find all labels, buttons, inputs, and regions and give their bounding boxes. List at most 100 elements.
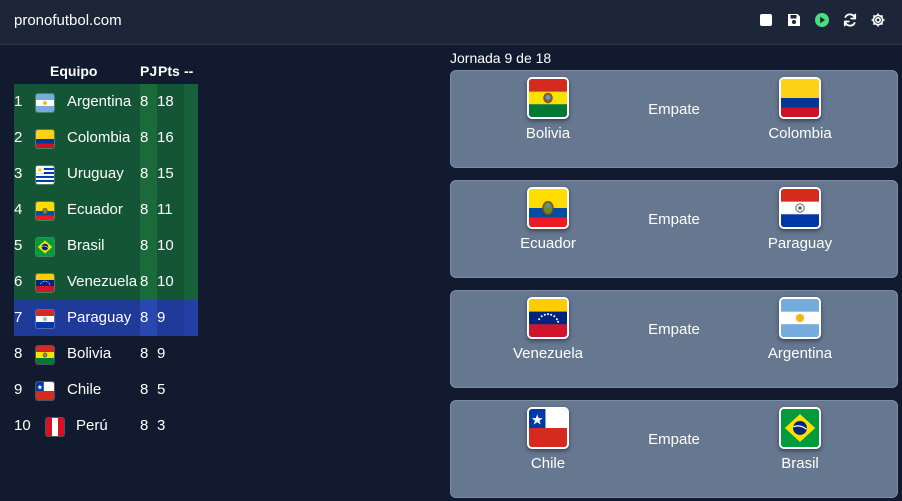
away-team[interactable]: Paraguay	[735, 181, 865, 279]
chile-flag-icon	[527, 407, 569, 449]
away-team[interactable]: Colombia	[735, 71, 865, 169]
standings-row[interactable]: 6 Venezuela 8 10	[14, 264, 198, 300]
header-pj: PJ	[140, 63, 158, 79]
header-team: Equipo	[50, 63, 98, 79]
colombia-flag-icon	[779, 77, 821, 119]
team-name: Bolivia	[67, 345, 112, 362]
team-points: 11	[157, 201, 173, 218]
home-team[interactable]: Venezuela	[483, 291, 613, 389]
refresh-icon[interactable]	[842, 12, 858, 28]
header-pts: Pts	[158, 63, 180, 79]
argentina-flag-icon	[36, 94, 54, 112]
extra-column-highlight	[184, 264, 198, 300]
team-points: 9	[157, 309, 166, 326]
team-name: Uruguay	[67, 165, 124, 182]
team-points: 18	[157, 93, 174, 110]
team-position: 6	[14, 273, 23, 290]
away-team-name: Paraguay	[767, 235, 833, 252]
team-position: 9	[14, 381, 23, 398]
extra-column-highlight	[184, 192, 198, 228]
home-team[interactable]: Ecuador	[483, 181, 613, 279]
team-played: 8	[140, 417, 149, 434]
header-extra: --	[184, 63, 194, 79]
bolivia-flag-icon	[527, 77, 569, 119]
checkbox-icon[interactable]	[758, 12, 774, 28]
top-bar: pronofutbol.com	[0, 0, 902, 45]
ecuador-flag-icon	[527, 187, 569, 229]
team-position: 1	[14, 93, 23, 110]
team-played: 8	[140, 273, 149, 290]
standings-row[interactable]: 10 Perú 8 3	[14, 408, 198, 444]
away-team[interactable]: Argentina	[735, 291, 865, 389]
team-position: 3	[14, 165, 23, 182]
settings-icon[interactable]	[870, 12, 886, 28]
standings-row[interactable]: 3 Uruguay 8 15	[14, 156, 198, 192]
match-result[interactable]: Empate	[621, 101, 727, 118]
extra-column-highlight	[184, 228, 198, 264]
standings-row[interactable]: 2 Colombia 8 16	[14, 120, 198, 156]
home-team-name: Venezuela	[512, 345, 584, 362]
team-played: 8	[140, 165, 149, 182]
match-card: Ecuador Empate Paraguay	[450, 180, 898, 278]
extra-column-highlight	[184, 84, 198, 120]
team-played: 8	[140, 381, 149, 398]
team-position: 8	[14, 345, 23, 362]
team-played: 8	[140, 93, 149, 110]
chile-flag-icon	[36, 382, 54, 400]
team-name: Venezuela	[67, 273, 138, 290]
brazil-flag-icon	[779, 407, 821, 449]
away-team-name: Argentina	[767, 345, 833, 362]
team-played: 8	[140, 309, 149, 326]
team-name: Perú	[76, 417, 108, 434]
team-name: Argentina	[67, 93, 132, 110]
team-played: 8	[140, 201, 149, 218]
standings-row[interactable]: 7 Paraguay 8 9	[14, 300, 198, 336]
paraguay-flag-icon	[36, 310, 54, 328]
team-position: 4	[14, 201, 23, 218]
away-team-name: Brasil	[781, 455, 819, 472]
match-result[interactable]: Empate	[621, 211, 727, 228]
brazil-flag-icon	[36, 238, 54, 256]
team-played: 8	[140, 237, 149, 254]
standings-row[interactable]: 9 Chile 8 5	[14, 372, 198, 408]
team-points: 9	[157, 345, 166, 362]
paraguay-flag-icon	[779, 187, 821, 229]
ecuador-flag-icon	[36, 202, 54, 220]
save-icon[interactable]	[786, 12, 802, 28]
team-name: Ecuador	[67, 201, 123, 218]
team-name: Colombia	[67, 129, 131, 146]
site-brand[interactable]: pronofutbol.com	[14, 12, 122, 29]
team-name: Brasil	[67, 237, 105, 254]
standings-table: Equipo PJ Pts -- 1 Argentina 8 18 2 Colombia 8…	[14, 58, 198, 444]
standings-row[interactable]: 8 Bolivia 8 9	[14, 336, 198, 372]
round-title: Jornada 9 de 18	[450, 50, 552, 66]
team-points: 3	[157, 417, 166, 434]
team-points: 15	[157, 165, 174, 182]
team-position: 7	[14, 309, 23, 326]
team-points: 5	[157, 381, 166, 398]
team-name: Chile	[67, 381, 102, 398]
match-result[interactable]: Empate	[621, 431, 727, 448]
standings-row[interactable]: 1 Argentina 8 18	[14, 84, 198, 120]
match-card: Chile Empate Brasil	[450, 400, 898, 498]
home-team[interactable]: Chile	[483, 401, 613, 499]
standings-row[interactable]: 5 Brasil 8 10	[14, 228, 198, 264]
team-points: 16	[157, 129, 174, 146]
home-team[interactable]: Bolivia	[483, 71, 613, 169]
match-result[interactable]: Empate	[621, 321, 727, 338]
extra-column-highlight	[184, 156, 198, 192]
extra-column-highlight	[184, 300, 198, 336]
home-team-name: Ecuador	[520, 235, 576, 252]
uruguay-flag-icon	[36, 166, 54, 184]
team-played: 8	[140, 345, 149, 362]
away-team[interactable]: Brasil	[735, 401, 865, 499]
standings-row[interactable]: 4 Ecuador 8 11	[14, 192, 198, 228]
match-card: Venezuela Empate Argentina	[450, 290, 898, 388]
argentina-flag-icon	[779, 297, 821, 339]
match-card: Bolivia Empate Colombia	[450, 70, 898, 168]
team-position: 10	[14, 417, 31, 434]
venezuela-flag-icon	[527, 297, 569, 339]
play-icon[interactable]	[814, 12, 830, 28]
venezuela-flag-icon	[36, 274, 54, 292]
bolivia-flag-icon	[36, 346, 54, 364]
